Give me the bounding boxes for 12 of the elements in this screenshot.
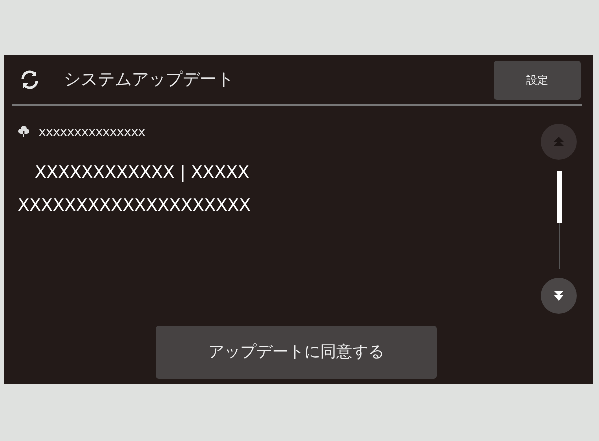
update-detail-text: XXXXXXXXXXXXXXXXXXXX xyxy=(18,195,252,218)
screen-title: システムアップデート xyxy=(64,69,235,91)
update-info-text: xxxxxxxxxxxxxxx xyxy=(39,125,146,139)
cloud-download-icon xyxy=(18,126,30,138)
scroll-down-button[interactable] xyxy=(541,278,577,314)
agree-update-button[interactable]: アップデートに同意する xyxy=(156,326,437,379)
double-down-arrow-icon xyxy=(552,289,566,303)
double-up-arrow-icon xyxy=(552,135,566,149)
update-detail-text: XXXXXXXXXXXX | XXXXX xyxy=(34,162,251,185)
refresh-icon[interactable] xyxy=(20,70,40,90)
scrollbar-thumb[interactable] xyxy=(556,171,562,223)
settings-button[interactable]: 設定 xyxy=(494,61,581,100)
